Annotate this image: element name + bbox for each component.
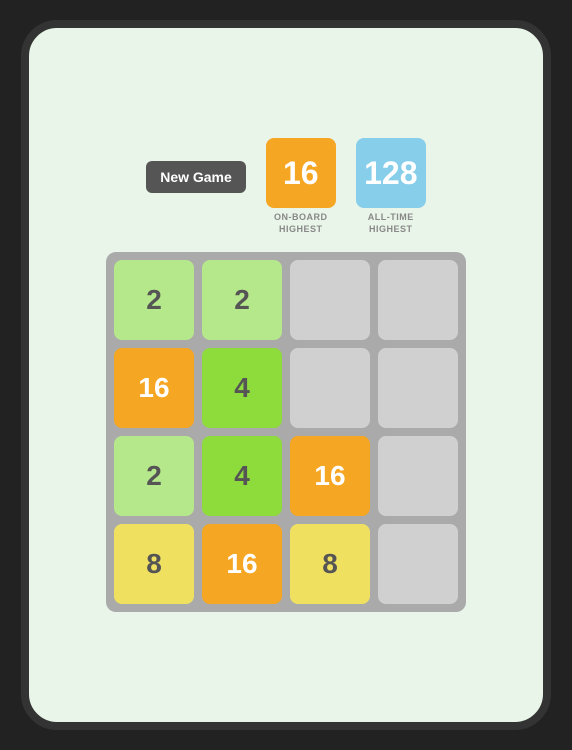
cell-3-3 xyxy=(378,524,458,604)
cell-0-0: 2 xyxy=(114,260,194,340)
cell-2-3 xyxy=(378,436,458,516)
cell-0-3 xyxy=(378,260,458,340)
all-time-score-tile: 128 xyxy=(356,138,426,208)
cell-3-0: 8 xyxy=(114,524,194,604)
game-board[interactable]: 2216424168168 xyxy=(106,252,466,612)
on-board-score-label: ON-BOARDHIGHEST xyxy=(274,212,328,235)
cell-1-1: 4 xyxy=(202,348,282,428)
all-time-score-label: ALL-TIMEHIGHEST xyxy=(368,212,414,235)
cell-3-2: 8 xyxy=(290,524,370,604)
cell-2-0: 2 xyxy=(114,436,194,516)
on-board-score-block: 16 ON-BOARDHIGHEST xyxy=(266,138,336,235)
on-board-score-tile: 16 xyxy=(266,138,336,208)
game-container: New Game 16 ON-BOARDHIGHEST 128 ALL-TIME… xyxy=(106,138,466,611)
tablet: New Game 16 ON-BOARDHIGHEST 128 ALL-TIME… xyxy=(21,20,551,730)
cell-0-1: 2 xyxy=(202,260,282,340)
all-time-score-block: 128 ALL-TIMEHIGHEST xyxy=(356,138,426,235)
header-row: New Game 16 ON-BOARDHIGHEST 128 ALL-TIME… xyxy=(146,138,426,235)
cell-1-0: 16 xyxy=(114,348,194,428)
cell-0-2 xyxy=(290,260,370,340)
new-game-button[interactable]: New Game xyxy=(146,161,246,193)
cell-3-1: 16 xyxy=(202,524,282,604)
cell-2-2: 16 xyxy=(290,436,370,516)
cell-2-1: 4 xyxy=(202,436,282,516)
cell-1-2 xyxy=(290,348,370,428)
cell-1-3 xyxy=(378,348,458,428)
